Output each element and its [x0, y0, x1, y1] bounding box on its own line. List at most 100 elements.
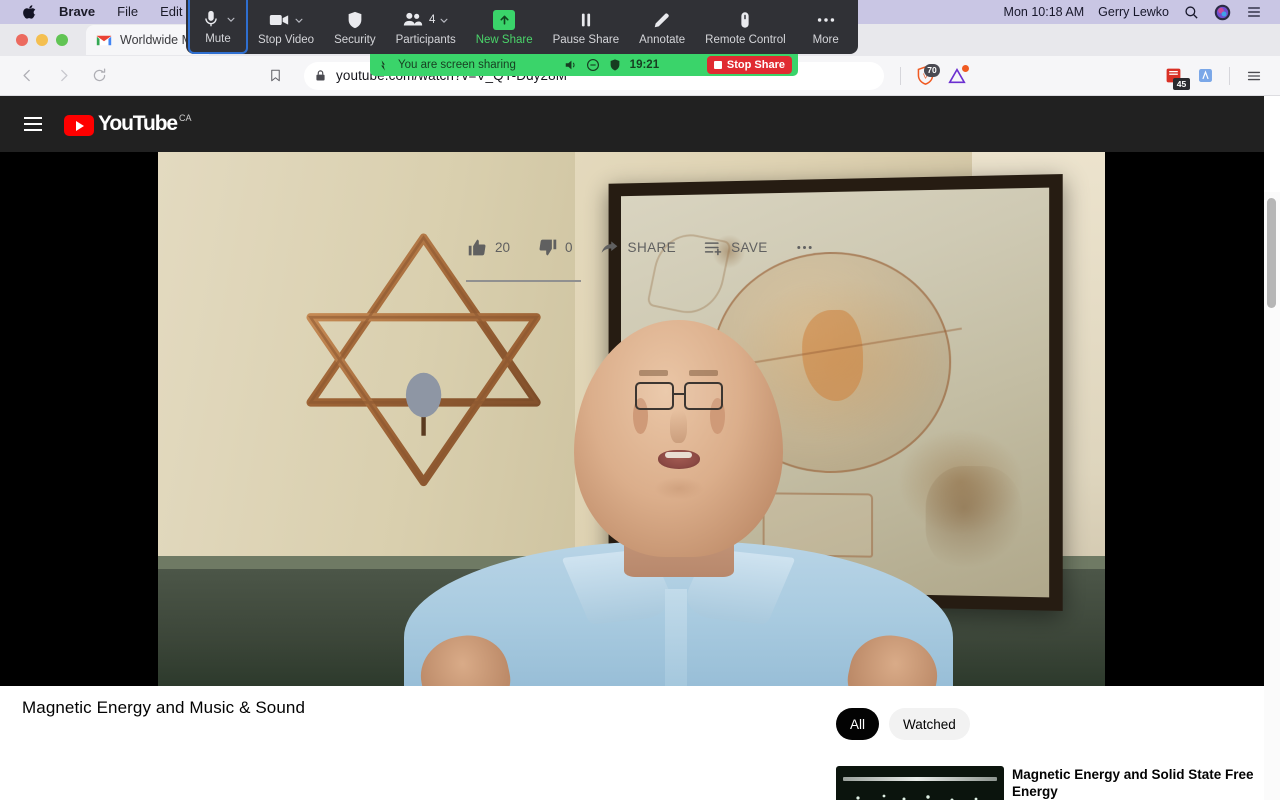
blue-extension-icon[interactable]	[1191, 62, 1219, 90]
triangle-extension-icon[interactable]	[943, 62, 971, 90]
close-window-button[interactable]	[16, 34, 28, 46]
microphone-icon	[200, 8, 222, 30]
shield-icon	[344, 9, 366, 31]
reload-icon[interactable]	[86, 63, 112, 89]
page-scrollbar[interactable]	[1264, 192, 1280, 800]
minus-circle-icon[interactable]	[586, 58, 600, 72]
eyeglass-bridge	[673, 393, 685, 396]
thumbs-up-icon	[466, 236, 488, 258]
youtube-page: YouTube CA Search	[0, 96, 1280, 800]
zoom-participants-button[interactable]: 4 Participants	[386, 0, 466, 54]
brave-shield-icon[interactable]: V 70	[911, 62, 940, 90]
save-button[interactable]: SAVE	[702, 236, 768, 258]
gmail-icon	[96, 34, 112, 47]
zoom-stop-video-label: Stop Video	[258, 34, 315, 46]
apple-icon[interactable]	[22, 4, 38, 20]
control-center-icon[interactable]	[1245, 4, 1262, 21]
share-button[interactable]: SHARE	[599, 236, 677, 258]
forward-arrow-icon[interactable]	[50, 63, 76, 89]
menubar-username[interactable]: Gerry Lewko	[1098, 5, 1169, 19]
share-indicator-icon	[376, 58, 390, 72]
security-icon-row	[344, 7, 366, 33]
chevron-down-icon[interactable]	[226, 14, 236, 24]
person-mouth	[657, 450, 700, 470]
stop-share-label: Stop Share	[726, 59, 785, 71]
more-actions-button[interactable]	[794, 236, 816, 258]
list-item[interactable]: Magnetic Energy and Solid State Free Ene…	[836, 766, 1256, 800]
search-icon[interactable]	[1183, 4, 1200, 21]
maximize-window-button[interactable]	[56, 34, 68, 46]
siri-icon[interactable]	[1214, 4, 1231, 21]
like-button[interactable]: 20	[466, 236, 510, 258]
like-bar-indicator	[466, 280, 581, 282]
zoom-meeting-toolbar: Mute Stop Video Security 4 Participants …	[186, 0, 858, 54]
save-playlist-icon	[702, 236, 724, 258]
shield-icon[interactable]	[608, 58, 622, 72]
video-player[interactable]	[158, 152, 1105, 686]
person-eyebrow-left	[639, 369, 669, 377]
person-teeth	[665, 451, 693, 459]
lock-icon	[314, 69, 328, 83]
menu-file[interactable]: File	[106, 0, 149, 24]
zoom-annotate-button[interactable]: Annotate	[629, 0, 695, 54]
mouse-icon	[734, 9, 756, 31]
bookmark-icon[interactable]	[262, 63, 288, 89]
menubar-clock[interactable]: Mon 10:18 AM	[1004, 5, 1085, 19]
share-label: SHARE	[627, 239, 677, 255]
speaker-icon[interactable]	[564, 58, 578, 72]
mute-icon-row	[200, 6, 236, 32]
zoom-more-button[interactable]: More	[796, 0, 856, 54]
youtube-logo-text: YouTube	[98, 112, 178, 135]
zoom-remote-control-button[interactable]: Remote Control	[695, 0, 796, 54]
dislike-count: 0	[565, 239, 573, 255]
more-icon-row	[815, 7, 837, 33]
youtube-play-icon	[64, 115, 94, 136]
zoom-participants-label: Participants	[395, 34, 456, 46]
zoom-pause-share-button[interactable]: Pause Share	[543, 0, 630, 54]
chip-all[interactable]: All	[836, 708, 880, 740]
thumbnail-sparkles	[856, 794, 978, 800]
youtube-country-code: CA	[179, 113, 192, 123]
save-label: SAVE	[731, 239, 768, 255]
video-letterbox-right	[1105, 152, 1264, 686]
chevron-down-icon[interactable]	[439, 15, 449, 25]
annotate-icon-row	[651, 7, 673, 33]
person-on-camera	[404, 312, 954, 686]
zoom-annotate-label: Annotate	[639, 34, 686, 46]
related-videos-sidebar: All Watched Magnetic Energy and Solid St…	[836, 708, 1256, 800]
red-extension-icon[interactable]: 45	[1159, 62, 1190, 90]
toolbar-divider	[900, 66, 901, 85]
chevron-down-icon[interactable]	[294, 15, 304, 25]
zoom-stop-video-button[interactable]: Stop Video	[248, 0, 324, 54]
hamburger-menu-icon[interactable]	[24, 112, 48, 136]
scrollbar-thumb[interactable]	[1267, 198, 1276, 308]
zoom-mute-button[interactable]: Mute	[188, 0, 248, 54]
minimize-window-button[interactable]	[36, 34, 48, 46]
person-eyebrow-right	[689, 369, 719, 377]
chip-watched[interactable]: Watched	[889, 708, 970, 740]
youtube-header: YouTube CA	[0, 96, 1264, 152]
zoom-security-button[interactable]: Security	[324, 0, 386, 54]
stop-share-button[interactable]: Stop Share	[706, 56, 792, 74]
share-status-text: You are screen sharing	[398, 59, 516, 71]
ellipsis-icon	[794, 236, 816, 258]
person-nose	[670, 410, 688, 444]
youtube-logo[interactable]: YouTube CA	[64, 112, 192, 136]
like-count: 20	[495, 239, 511, 255]
screen-share-status-bar: You are screen sharing 19:21 Stop Share	[370, 54, 798, 76]
dislike-button[interactable]: 0	[536, 236, 573, 258]
zoom-new-share-button[interactable]: New Share	[466, 0, 543, 54]
menu-brave[interactable]: Brave	[48, 0, 106, 24]
ellipsis-icon	[815, 9, 837, 31]
eyeglasses	[635, 381, 723, 411]
browser-toolbar-actions: V 70 45	[894, 62, 1280, 90]
macos-status-items: Mon 10:18 AM Gerry Lewko	[1004, 4, 1272, 21]
eyeglass-lens-right	[684, 381, 723, 411]
screen-root: Brave File Edit Mon 10:18 AM Gerry Lewko	[0, 0, 1280, 800]
back-arrow-icon[interactable]	[14, 63, 40, 89]
window-traffic-lights[interactable]	[16, 34, 68, 46]
person-head	[574, 320, 784, 558]
pencil-icon	[651, 9, 673, 31]
hamburger-menu-icon[interactable]	[1240, 62, 1268, 90]
zoom-mute-label: Mute	[205, 33, 231, 45]
